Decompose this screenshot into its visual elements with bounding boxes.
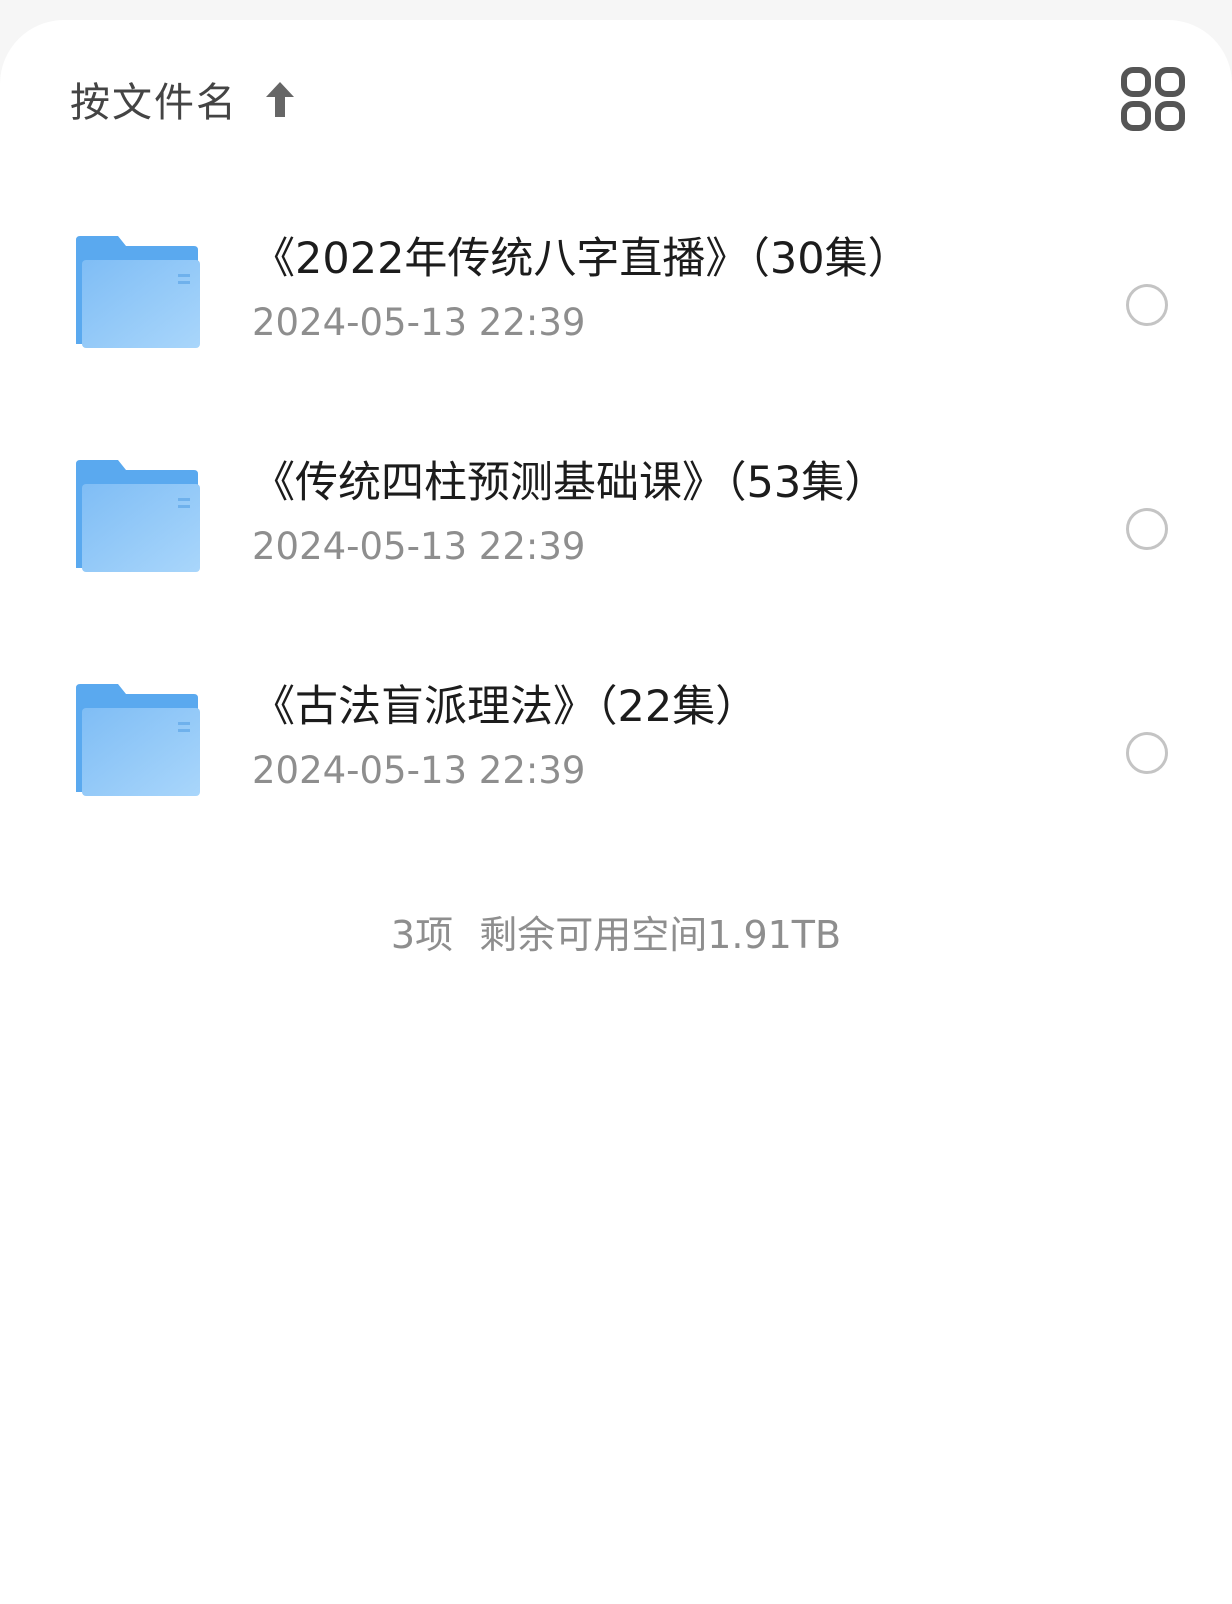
file-name: 《传统四柱预测基础课》（53集） xyxy=(252,458,888,508)
free-space: 剩余可用空间1.91TB xyxy=(479,913,842,957)
file-name: 《2022年传统八字直播》（30集） xyxy=(252,234,911,284)
select-radio[interactable] xyxy=(1126,284,1168,326)
file-text: 《传统四柱预测基础课》（53集） 2024-05-13 22:39 xyxy=(252,454,1072,572)
list-item[interactable]: 《古法盲派理法》（22集） 2024-05-13 22:39 xyxy=(0,638,1232,862)
storage-summary: 3项 剩余可用空间1.91TB xyxy=(0,908,1232,962)
item-count: 3项 xyxy=(390,913,454,957)
list-item[interactable]: 《传统四柱预测基础课》（53集） 2024-05-13 22:39 xyxy=(0,414,1232,638)
sort-label: 按文件名 xyxy=(70,80,238,126)
folder-icon xyxy=(74,458,204,576)
list-header: 按文件名 xyxy=(0,20,1232,180)
file-name: 《古法盲派理法》（22集） xyxy=(252,682,759,732)
list-item[interactable]: 《2022年传统八字直播》（30集） 2024-05-13 22:39 xyxy=(0,190,1232,414)
file-list: 《2022年传统八字直播》（30集） 2024-05-13 22:39 《传统四… xyxy=(0,190,1232,862)
file-text: 《古法盲派理法》（22集） 2024-05-13 22:39 xyxy=(252,678,1072,796)
file-list-panel: 按文件名 《2022年传统八字直播》（30集） 2024-05-13 22:39… xyxy=(0,20,1232,1604)
sort-by-name-button[interactable]: 按文件名 xyxy=(70,70,300,128)
file-text: 《2022年传统八字直播》（30集） 2024-05-13 22:39 xyxy=(252,230,1072,348)
file-date: 2024-05-13 22:39 xyxy=(252,301,586,344)
grid-view-icon[interactable] xyxy=(1120,66,1186,132)
folder-icon xyxy=(74,682,204,800)
select-radio[interactable] xyxy=(1126,732,1168,774)
file-date: 2024-05-13 22:39 xyxy=(252,525,586,568)
arrow-up-icon xyxy=(260,77,300,121)
folder-icon xyxy=(74,234,204,352)
select-radio[interactable] xyxy=(1126,508,1168,550)
file-date: 2024-05-13 22:39 xyxy=(252,749,586,792)
